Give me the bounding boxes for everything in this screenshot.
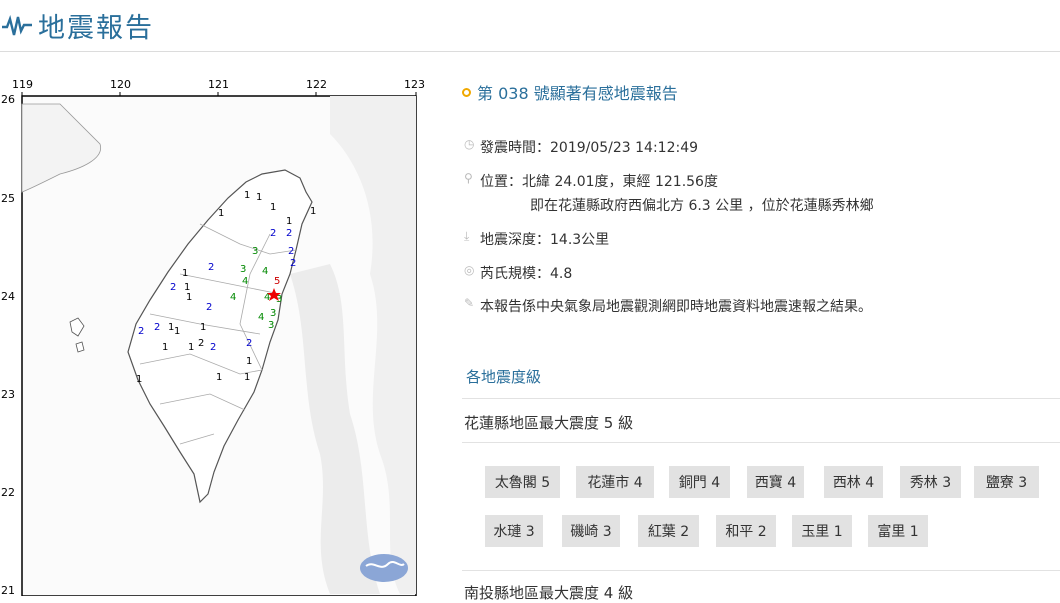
magnitude-icon: ◎: [464, 263, 475, 277]
svg-text:2: 2: [286, 228, 292, 239]
divider: [462, 398, 1060, 399]
svg-text:2: 2: [154, 322, 160, 333]
station-badge: 磯崎 3: [562, 515, 620, 547]
report-note: ✎ 本報告係中央氣象局地震觀測網即時地震資料地震速報之結果。: [464, 296, 872, 315]
x-tick: 120: [110, 78, 131, 91]
svg-text:3: 3: [270, 308, 276, 319]
svg-text:2: 2: [170, 282, 176, 293]
station-badge: 太魯閣 5: [485, 466, 560, 498]
y-tick: 21: [1, 584, 15, 596]
svg-text:1: 1: [200, 322, 206, 333]
svg-text:1: 1: [218, 208, 224, 219]
x-tick: 119: [12, 78, 33, 91]
svg-text:1: 1: [136, 374, 142, 385]
svg-text:1: 1: [244, 372, 250, 383]
svg-text:4: 4: [230, 292, 236, 303]
svg-text:2: 2: [288, 246, 294, 257]
svg-text:2: 2: [290, 258, 296, 269]
page-header: 地震報告: [0, 0, 1060, 52]
station-badge: 紅葉 2: [638, 515, 699, 547]
svg-text:1: 1: [188, 342, 194, 353]
svg-text:2: 2: [138, 326, 144, 337]
svg-text:4: 4: [262, 266, 268, 277]
report-bullet-icon: [462, 87, 471, 97]
station-badge: 銅門 4: [669, 466, 730, 498]
page-title: 地震報告: [38, 13, 154, 44]
svg-text:1: 1: [244, 190, 250, 201]
svg-text:4: 4: [242, 276, 248, 287]
station-badge: 水璉 3: [485, 515, 543, 547]
report-panel: 第 038 號顯著有感地震報告 ◷ 發震時間：2019/05/23 14:12:…: [462, 74, 1060, 602]
svg-text:1: 1: [186, 292, 192, 303]
x-tick: 122: [306, 78, 327, 91]
magnitude: ◎ 芮氏規模：4.8: [464, 263, 573, 282]
svg-text:2: 2: [208, 262, 214, 273]
epicenter-description: 即在花蓮縣政府西偏北方 6.3 公里 ，位於花蓮縣秀林鄉: [530, 198, 874, 214]
svg-text:1: 1: [216, 372, 222, 383]
svg-text:3: 3: [268, 320, 274, 331]
svg-text:1: 1: [256, 192, 262, 203]
svg-text:2: 2: [206, 302, 212, 313]
svg-text:3: 3: [240, 264, 246, 275]
station-badge: 玉里 1: [792, 515, 852, 547]
svg-text:3: 3: [252, 246, 258, 257]
x-tick: 123: [404, 78, 425, 91]
y-tick: 23: [1, 388, 15, 401]
county-max-intensity: 花蓮縣地區最大震度 5 級: [464, 414, 634, 432]
svg-text:5: 5: [274, 276, 280, 287]
svg-text:2: 2: [198, 338, 204, 349]
station-badge: 西寶 4: [747, 466, 804, 498]
x-tick: 121: [208, 78, 229, 91]
cwb-logo: [360, 554, 408, 582]
location-pin-icon: ⚲: [464, 171, 473, 185]
county-max-intensity: 南投縣地區最大震度 4 級: [464, 584, 634, 602]
divider: [462, 442, 1060, 443]
y-tick: 24: [1, 290, 15, 303]
station-badge: 和平 2: [716, 515, 776, 547]
svg-text:1: 1: [174, 326, 180, 337]
svg-text:2: 2: [210, 342, 216, 353]
svg-text:4: 4: [258, 312, 264, 323]
seismograph-icon: [2, 14, 32, 35]
earthquake-intensity-map: 119 120 121 122 123 26 25 24 23 22 21 1 …: [0, 74, 430, 597]
y-tick: 26: [1, 93, 15, 106]
svg-text:1: 1: [286, 216, 292, 227]
pencil-icon: ✎: [464, 296, 475, 310]
clock-icon: ◷: [464, 137, 475, 151]
y-tick: 25: [1, 192, 15, 205]
focal-depth: ⤓ 地震深度：14.3公里: [464, 229, 610, 248]
svg-text:1: 1: [246, 356, 252, 367]
svg-text:1: 1: [310, 206, 316, 217]
svg-text:2: 2: [246, 338, 252, 349]
station-badge: 西林 4: [824, 466, 883, 498]
svg-text:2: 2: [270, 228, 276, 239]
report-title: 第 038 號顯著有感地震報告: [462, 80, 678, 104]
divider: [462, 570, 1060, 571]
svg-text:1: 1: [270, 202, 276, 213]
intensity-section-title[interactable]: 各地震度級: [466, 366, 541, 387]
y-tick: 22: [1, 486, 15, 499]
svg-text:1: 1: [182, 268, 188, 279]
origin-time: ◷ 發震時間：2019/05/23 14:12:49: [464, 137, 699, 156]
depth-icon: ⤓: [464, 229, 470, 243]
station-badge: 鹽寮 3: [974, 466, 1039, 498]
station-badge: 花蓮市 4: [576, 466, 654, 498]
svg-text:1: 1: [162, 342, 168, 353]
epicenter-location: ⚲ 位置：北緯 24.01度，東經 121.56度: [464, 171, 718, 190]
station-badge: 富里 1: [868, 515, 928, 547]
station-badge: 秀林 3: [900, 466, 961, 498]
